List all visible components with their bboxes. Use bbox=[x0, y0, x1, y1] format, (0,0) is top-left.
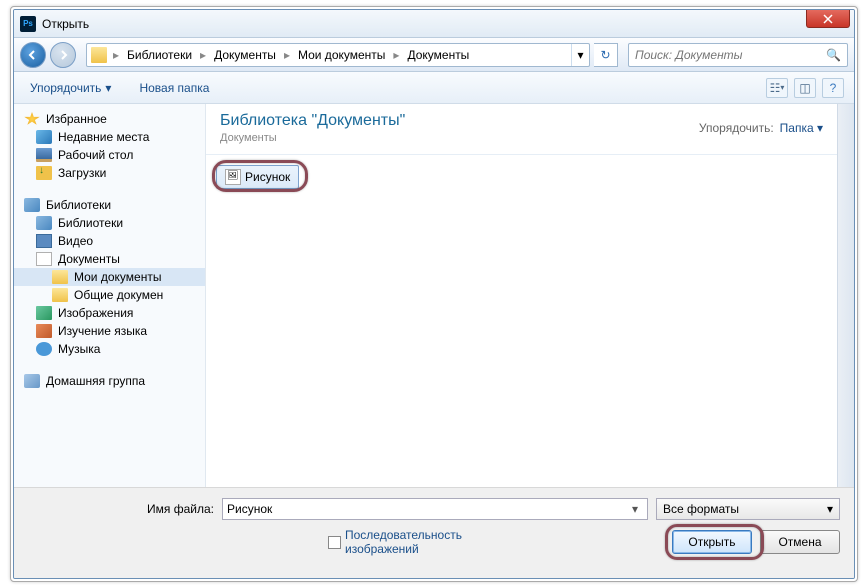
homegroup-icon bbox=[24, 374, 40, 388]
chevron-down-icon: ▾ bbox=[105, 81, 111, 95]
breadcrumb-dropdown[interactable]: ▾ bbox=[571, 44, 589, 66]
folder-icon bbox=[52, 270, 68, 284]
filename-combo[interactable]: ▾ bbox=[222, 498, 648, 520]
help-icon: ? bbox=[830, 81, 837, 95]
download-icon bbox=[36, 166, 52, 180]
sidebar-item-downloads[interactable]: Загрузки bbox=[14, 164, 205, 182]
breadcrumb[interactable]: ▸ Библиотеки ▸ Документы ▸ Мои документы… bbox=[86, 43, 590, 67]
arrange-by: Упорядочить: Папка ▾ bbox=[699, 112, 823, 144]
view-button[interactable]: ☷▾ bbox=[766, 78, 788, 98]
sidebar-item-documents[interactable]: Документы bbox=[14, 250, 205, 268]
open-button[interactable]: Открыть bbox=[672, 530, 752, 554]
sidebar-item-music[interactable]: Музыка bbox=[14, 340, 205, 358]
forward-button[interactable] bbox=[50, 42, 76, 68]
filename-label: Имя файла: bbox=[28, 502, 214, 516]
library-header: Библиотека "Документы" Документы Упорядо… bbox=[206, 104, 837, 155]
filename-input[interactable] bbox=[227, 502, 627, 516]
sequence-checkbox[interactable]: Последовательность изображений bbox=[328, 528, 505, 556]
window-title: Открыть bbox=[42, 17, 89, 31]
breadcrumb-part[interactable]: Мои документы bbox=[292, 44, 391, 66]
arrange-dropdown[interactable]: Папка ▾ bbox=[780, 121, 823, 135]
chevron-right-icon: ▸ bbox=[391, 48, 401, 62]
star-icon bbox=[24, 112, 40, 126]
search-input[interactable] bbox=[635, 48, 826, 62]
image-file-icon bbox=[225, 169, 241, 185]
sidebar-item-learning[interactable]: Изучение языка bbox=[14, 322, 205, 340]
checkbox-icon bbox=[328, 536, 341, 549]
view-icon: ☷ bbox=[770, 81, 781, 95]
chevron-down-icon: ▾ bbox=[827, 502, 833, 516]
cancel-button[interactable]: Отмена bbox=[760, 530, 840, 554]
organize-button[interactable]: Упорядочить ▾ bbox=[24, 77, 117, 99]
libraries-icon bbox=[24, 198, 40, 212]
document-icon bbox=[36, 252, 52, 266]
book-icon bbox=[36, 324, 52, 338]
sidebar[interactable]: Избранное Недавние места Рабочий стол За… bbox=[14, 104, 206, 487]
refresh-button[interactable]: ↻ bbox=[594, 43, 618, 67]
sidebar-item-publicdocs[interactable]: Общие докумен bbox=[14, 286, 205, 304]
breadcrumb-part[interactable]: Документы bbox=[208, 44, 282, 66]
file-item[interactable]: Рисунок bbox=[216, 165, 299, 189]
back-button[interactable] bbox=[20, 42, 46, 68]
refresh-icon: ↻ bbox=[600, 48, 610, 62]
sidebar-libraries[interactable]: Библиотеки bbox=[14, 196, 205, 214]
breadcrumb-part[interactable]: Документы bbox=[401, 44, 475, 66]
search-icon: 🔍 bbox=[826, 48, 841, 62]
sidebar-item-recent[interactable]: Недавние места bbox=[14, 128, 205, 146]
preview-pane-button[interactable]: ◫ bbox=[794, 78, 816, 98]
preview-icon: ◫ bbox=[799, 81, 810, 95]
scrollbar[interactable] bbox=[837, 104, 854, 487]
library-title: Библиотека "Документы" bbox=[220, 112, 405, 130]
sidebar-item-images[interactable]: Изображения bbox=[14, 304, 205, 322]
recent-icon bbox=[36, 130, 52, 144]
close-button[interactable] bbox=[806, 10, 850, 28]
sidebar-item-desktop[interactable]: Рабочий стол bbox=[14, 146, 205, 164]
titlebar: Ps Открыть bbox=[14, 10, 854, 38]
folder-icon bbox=[52, 288, 68, 302]
folder-icon bbox=[91, 47, 107, 63]
chevron-down-icon[interactable]: ▾ bbox=[627, 499, 643, 519]
new-folder-button[interactable]: Новая папка bbox=[133, 77, 215, 99]
arrow-left-icon bbox=[27, 49, 39, 61]
chevron-right-icon: ▸ bbox=[198, 48, 208, 62]
file-name: Рисунок bbox=[245, 170, 290, 184]
bottom-panel: Имя файла: ▾ Все форматы ▾ Последователь… bbox=[14, 487, 854, 578]
format-combo[interactable]: Все форматы ▾ bbox=[656, 498, 840, 520]
open-dialog: Ps Открыть ▸ Библиотеки ▸ Документы ▸ Мо… bbox=[13, 9, 855, 579]
libraries-icon bbox=[36, 216, 52, 230]
close-icon bbox=[823, 14, 833, 24]
sidebar-item-library[interactable]: Библиотеки bbox=[14, 214, 205, 232]
desktop-icon bbox=[36, 148, 52, 162]
music-icon bbox=[36, 342, 52, 356]
help-button[interactable]: ? bbox=[822, 78, 844, 98]
sidebar-homegroup[interactable]: Домашняя группа bbox=[14, 372, 205, 390]
sidebar-item-mydocs[interactable]: Мои документы bbox=[14, 268, 205, 286]
image-icon bbox=[36, 306, 52, 320]
toolbar: Упорядочить ▾ Новая папка ☷▾ ◫ ? bbox=[14, 72, 854, 104]
breadcrumb-part[interactable]: Библиотеки bbox=[121, 44, 198, 66]
library-subtitle: Документы bbox=[220, 132, 405, 144]
photoshop-icon: Ps bbox=[20, 16, 36, 32]
main-pane: Библиотека "Документы" Документы Упорядо… bbox=[206, 104, 837, 487]
search-box[interactable]: 🔍 bbox=[628, 43, 848, 67]
arrow-right-icon bbox=[57, 49, 69, 61]
chevron-right-icon: ▸ bbox=[111, 48, 121, 62]
navbar: ▸ Библиотеки ▸ Документы ▸ Мои документы… bbox=[14, 38, 854, 72]
video-icon bbox=[36, 234, 52, 248]
sidebar-item-video[interactable]: Видео bbox=[14, 232, 205, 250]
chevron-right-icon: ▸ bbox=[282, 48, 292, 62]
sidebar-favorites[interactable]: Избранное bbox=[14, 110, 205, 128]
file-list[interactable]: Рисунок bbox=[206, 155, 837, 487]
